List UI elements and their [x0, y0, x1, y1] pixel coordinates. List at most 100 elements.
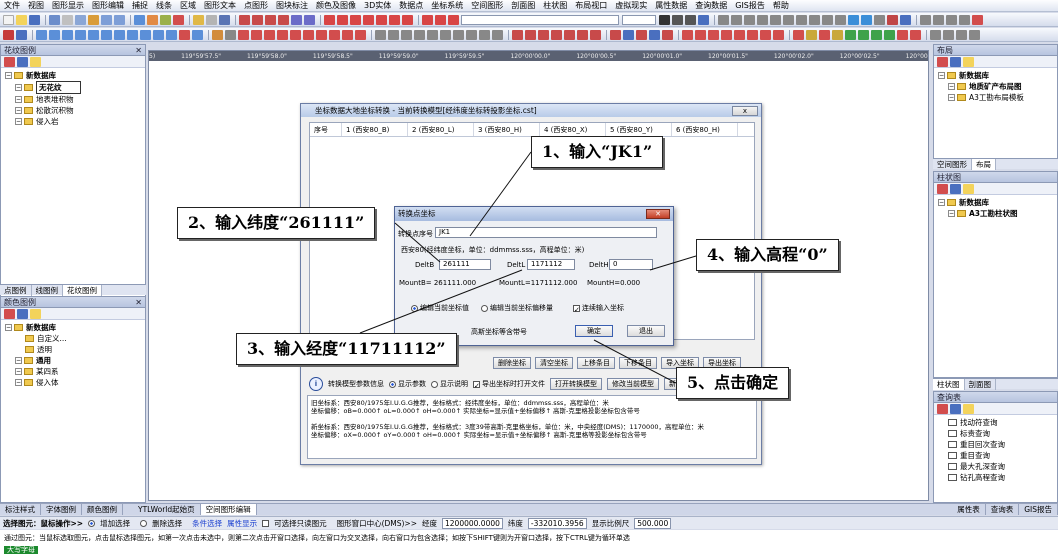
panel-folder-icon[interactable] — [963, 403, 974, 414]
polyline-icon[interactable] — [933, 14, 944, 25]
draw-ellipse-icon[interactable] — [440, 29, 451, 40]
mirror-icon[interactable] — [861, 14, 872, 25]
tool-p-icon[interactable] — [819, 29, 830, 40]
grid-icon[interactable] — [206, 14, 217, 25]
query-item[interactable]: 找动符查询 — [938, 417, 1053, 428]
menu-item-4[interactable]: 捕捉 — [132, 0, 148, 11]
expand-icon[interactable]: − — [15, 107, 22, 114]
align-center-icon[interactable] — [731, 14, 742, 25]
menu-item-0[interactable]: 文件 — [4, 0, 20, 11]
expand-icon[interactable]: − — [938, 199, 945, 206]
menu-item-2[interactable]: 图形显示 — [52, 0, 84, 11]
layer-icon[interactable] — [193, 14, 204, 25]
border5-icon[interactable] — [835, 14, 846, 25]
tree-item[interactable]: − 新数据库 — [938, 70, 1053, 81]
grid-column-header[interactable]: 序号 — [310, 123, 342, 136]
tool-i-icon[interactable] — [721, 29, 732, 40]
tool-x-icon[interactable] — [930, 29, 941, 40]
move-icon[interactable] — [238, 29, 249, 40]
tree-item[interactable]: − A3工勘布局模板 — [938, 92, 1053, 103]
edit-value-radio[interactable]: 编辑当前坐标值 — [411, 303, 469, 313]
tree-item[interactable]: − 新数据库 — [938, 197, 1053, 208]
rect3-icon[interactable] — [350, 14, 361, 25]
symbol6-icon[interactable] — [577, 29, 588, 40]
pan-icon[interactable] — [192, 29, 203, 40]
table-icon[interactable] — [422, 14, 433, 25]
draw-rect-icon[interactable] — [388, 29, 399, 40]
open-model-button[interactable]: 打开转换模型 — [550, 378, 602, 390]
seq-input[interactable]: JK1 — [435, 227, 657, 238]
wave2-icon[interactable] — [265, 14, 276, 25]
expand-icon[interactable]: − — [15, 118, 22, 125]
tool-t-icon[interactable] — [871, 29, 882, 40]
menu-item-10[interactable]: 颜色及图像 — [316, 0, 356, 11]
expand-icon[interactable]: − — [5, 72, 12, 79]
menu-item-17[interactable]: 布局视口 — [575, 0, 607, 11]
tree-item[interactable]: − 侵入体 — [5, 377, 141, 388]
x-icon[interactable] — [946, 14, 957, 25]
tool-icon[interactable] — [160, 14, 171, 25]
menu-item-8[interactable]: 点图形 — [244, 0, 268, 11]
tool-e-icon[interactable] — [662, 29, 673, 40]
grid-action-button[interactable]: 下移条目 — [619, 357, 657, 369]
tree-item[interactable]: 自定义... — [5, 333, 141, 344]
elevation-input[interactable]: 0 — [609, 259, 653, 270]
rect-icon[interactable] — [324, 14, 335, 25]
condition-select-link[interactable]: 条件选择 — [192, 518, 222, 529]
tool-k-icon[interactable] — [747, 29, 758, 40]
paste-icon[interactable] — [88, 14, 99, 25]
menu-item-11[interactable]: 3D实体 — [364, 0, 391, 11]
menu-item-9[interactable]: 图块标注 — [276, 0, 308, 11]
latitude-input[interactable]: 261111 — [439, 259, 491, 270]
dialog-close-button[interactable]: x — [732, 106, 758, 116]
tab-gis-report[interactable]: GIS报告 — [1019, 504, 1058, 515]
panel-folder-icon[interactable] — [30, 308, 41, 319]
tab-color-legend[interactable]: 颜色图例 — [82, 504, 123, 515]
grid-action-button[interactable]: 上移条目 — [577, 357, 615, 369]
fill-icon[interactable] — [900, 14, 911, 25]
plus-icon[interactable] — [972, 14, 983, 25]
tab-line-legend[interactable]: 线图例 — [32, 284, 63, 296]
panel-add-icon[interactable] — [4, 56, 15, 67]
expand-icon[interactable]: − — [948, 83, 955, 90]
help-icon[interactable] — [147, 14, 158, 25]
continuous-input-checkbox[interactable]: ✓ 连续输入坐标 — [573, 303, 624, 314]
table3-icon[interactable] — [448, 14, 459, 25]
italic-icon[interactable] — [672, 14, 683, 25]
zoom-prev-icon[interactable] — [75, 29, 86, 40]
tree-item[interactable]: − 通用 — [5, 355, 141, 366]
tree-item[interactable]: − 地表堆积物 — [5, 94, 141, 105]
circle-icon[interactable] — [959, 14, 970, 25]
tab-attribute-table[interactable]: 属性表 — [952, 504, 986, 515]
align-right-icon[interactable] — [744, 14, 755, 25]
node9-icon[interactable] — [355, 29, 366, 40]
grid-column-header[interactable]: 5 (西安80_Y) — [606, 123, 672, 136]
draw-poly-icon[interactable] — [401, 29, 412, 40]
tool-a-icon[interactable] — [610, 29, 621, 40]
tool-v-icon[interactable] — [897, 29, 908, 40]
longitude-input[interactable]: 1171112 — [527, 259, 575, 270]
rect5-icon[interactable] — [376, 14, 387, 25]
tool-z-icon[interactable] — [956, 29, 967, 40]
tool-l-icon[interactable] — [760, 29, 771, 40]
undo-icon[interactable] — [101, 14, 112, 25]
underline-icon[interactable] — [685, 14, 696, 25]
refresh-icon[interactable] — [179, 29, 190, 40]
panel-add-icon[interactable] — [937, 403, 948, 414]
tool-q-icon[interactable] — [832, 29, 843, 40]
flip-icon[interactable] — [874, 14, 885, 25]
select-icon[interactable] — [225, 29, 236, 40]
expand-icon[interactable]: − — [948, 210, 955, 217]
redo-icon[interactable] — [114, 14, 125, 25]
zoom-sel-icon[interactable] — [127, 29, 138, 40]
symbol4-icon[interactable] — [551, 29, 562, 40]
tool-u-icon[interactable] — [884, 29, 895, 40]
copy-icon[interactable] — [75, 14, 86, 25]
tree-item[interactable]: − 某四系 — [5, 366, 141, 377]
print-icon[interactable] — [49, 14, 60, 25]
tree-item[interactable]: 透明 — [5, 344, 141, 355]
curve-icon[interactable] — [239, 14, 250, 25]
menu-item-12[interactable]: 数据点 — [399, 0, 423, 11]
query-item[interactable]: 重目查询 — [938, 450, 1053, 461]
node4-icon[interactable] — [290, 29, 301, 40]
